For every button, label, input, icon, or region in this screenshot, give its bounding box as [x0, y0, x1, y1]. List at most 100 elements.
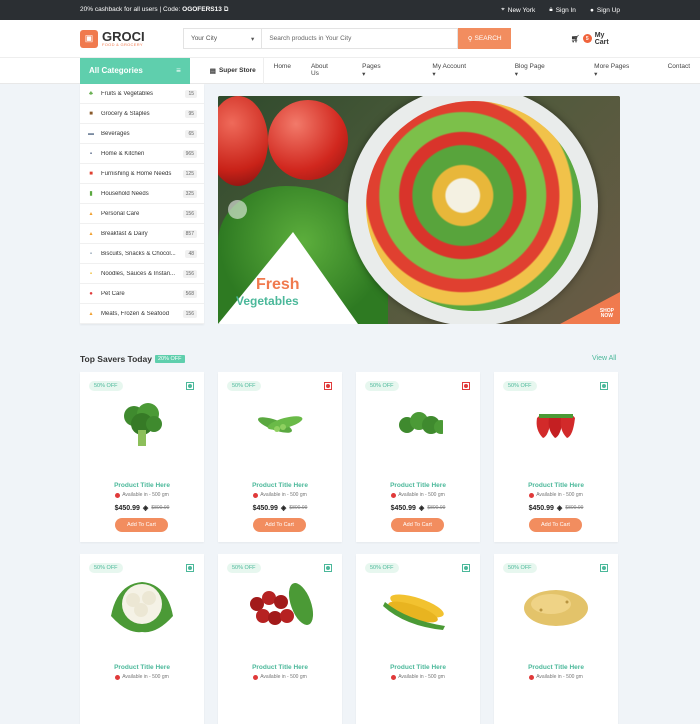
location-link[interactable]: ⌖ New York [501, 6, 535, 14]
add-to-cart-button[interactable]: Add To Cart [253, 518, 306, 532]
soap-icon: ▴ [89, 211, 93, 217]
veg-indicator-icon [324, 564, 332, 572]
category-item[interactable]: ▮ Household Needs 325 [80, 184, 204, 204]
product-title[interactable]: Product Title Here [80, 482, 204, 489]
product-title[interactable]: Product Title Here [494, 482, 618, 489]
product-title[interactable]: Product Title Here [218, 482, 342, 489]
caret-down-icon: ▾ [362, 71, 366, 78]
section-title: Top Savers Today 20% OFF [80, 354, 185, 364]
category-item[interactable]: ▪ Home & Kitchen 965 [80, 144, 204, 164]
banner-subtitle: Vegetables [236, 294, 299, 308]
product-card[interactable]: 50% OFF Product Title Here Available in … [494, 372, 618, 542]
product-title[interactable]: Product Title Here [356, 482, 480, 489]
add-to-cart-label: Add To Cart [265, 522, 294, 528]
pin-icon: ⌖ [501, 6, 505, 13]
household-icon: ▮ [89, 191, 93, 197]
slider-prev-button[interactable] [228, 200, 247, 219]
category-item[interactable]: ▴ Personal Care 156 [80, 204, 204, 224]
promo-code: OGOFERS13 [182, 6, 222, 13]
add-to-cart-label: Add To Cart [403, 522, 432, 528]
check-icon [529, 674, 535, 680]
price: $450.99 [252, 504, 278, 512]
nav-item-blog-label: Blog Page [514, 63, 545, 70]
product-card[interactable]: 50% OFF Product Title Here Available in … [80, 372, 204, 542]
availability: Available in - 500 gm [494, 492, 618, 498]
product-card[interactable]: 50% OFF Product Title Here Available in … [80, 554, 204, 724]
category-item[interactable]: ▪ Noodles, Sauces & Instan... 156 [80, 264, 204, 284]
product-title[interactable]: Product Title Here [494, 664, 618, 671]
check-icon [253, 674, 259, 680]
availability: Available in - 500 gm [494, 674, 618, 680]
veg-indicator-icon [186, 382, 194, 390]
product-card[interactable]: 50% OFF Product Title Here Available in … [218, 554, 342, 724]
add-to-cart-button[interactable]: Add To Cart [529, 518, 582, 532]
nav-item-home[interactable]: Home [264, 63, 301, 78]
availability-label: Available in - 500 gm [260, 674, 307, 680]
basket-icon: ▣ [80, 29, 98, 48]
hero-banner[interactable]: Fresh Vegetables SHOP NOW [218, 96, 620, 324]
search-input[interactable]: Search products in Your City [262, 28, 459, 49]
check-icon [391, 674, 397, 680]
veg-indicator-icon [600, 382, 608, 390]
nav-item-about[interactable]: About Us [301, 63, 342, 78]
category-item[interactable]: ▴ Meats, Frozen & Seafood 156 [80, 304, 204, 324]
category-item[interactable]: ■ Grocery & Staples 95 [80, 104, 204, 124]
product-card[interactable]: 50% OFF Product Title Here Available in … [218, 372, 342, 542]
signup-link[interactable]: ● Sign Up [590, 6, 620, 14]
menu-icon: ≡ [176, 66, 181, 75]
add-to-cart-button[interactable]: Add To Cart [391, 518, 444, 532]
category-item[interactable]: ■ Furnishing & Home Needs 125 [80, 164, 204, 184]
nav-item-more[interactable]: More Pages ▾ [574, 63, 657, 78]
copy-icon[interactable]: ⧉ [224, 6, 229, 13]
sofa-icon: ■ [89, 170, 93, 177]
old-price: $800.99 [289, 505, 308, 511]
nav-item-account[interactable]: My Account ▾ [412, 63, 494, 78]
category-item[interactable]: ▴ Breakfast & Dairy 857 [80, 224, 204, 244]
product-card[interactable]: 50% OFF Product Title Here Available in … [494, 554, 618, 724]
view-all-link[interactable]: View All [592, 355, 616, 362]
cauliflower-image [107, 576, 177, 636]
logo[interactable]: ▣ GROCI FOOD & GROCERY [80, 29, 183, 48]
category-label: Meats, Frozen & Seafood [101, 310, 170, 317]
nav-item-more-label: More Pages [594, 63, 630, 70]
city-select[interactable]: Your City ▾ [182, 28, 263, 49]
availability-label: Available in - 500 gm [122, 674, 169, 680]
product-title[interactable]: Product Title Here [356, 664, 480, 671]
promo-text: 20% cashback for all users | Code: OGOFE… [80, 6, 228, 14]
super-store-link[interactable]: ▤ Super Store [210, 57, 264, 84]
nav-item-pages[interactable]: Pages ▾ [342, 63, 412, 78]
category-item[interactable]: ● Pet Care 568 [80, 284, 204, 304]
category-item[interactable]: ♣ Fruits & Vegetables 15 [80, 84, 204, 104]
corn-image [383, 584, 453, 634]
shop-now-label[interactable]: SHOP NOW [600, 309, 614, 319]
check-icon [529, 492, 535, 498]
biscuit-icon: ▪ [89, 250, 93, 257]
product-card[interactable]: 50% OFF Product Title Here Available in … [356, 554, 480, 724]
product-title[interactable]: Product Title Here [218, 664, 342, 671]
check-icon [115, 674, 121, 680]
check-icon [391, 492, 397, 498]
category-item[interactable]: ▬ Beverages 65 [80, 124, 204, 144]
nonveg-indicator-icon [462, 382, 470, 390]
veg-indicator-icon [186, 564, 194, 572]
category-count: 857 [182, 229, 197, 238]
cart-button[interactable]: 🛒︎ 5 My Cart [571, 32, 620, 46]
category-count: 156 [182, 269, 197, 278]
top-bar: 20% cashback for all users | Code: OGOFE… [0, 0, 700, 20]
nav-item-blog[interactable]: Blog Page ▾ [495, 63, 574, 78]
availability-label: Available in - 500 gm [536, 492, 583, 498]
cart-label: My Cart [594, 31, 609, 46]
add-to-cart-button[interactable]: Add To Cart [115, 518, 168, 532]
all-categories-toggle[interactable]: All Categories ≡ [80, 57, 190, 84]
category-label: Breakfast & Dairy [101, 230, 148, 237]
signin-link[interactable]: 🔒︎ Sign In [549, 6, 576, 14]
veg-indicator-icon [462, 564, 470, 572]
nav-item-contact[interactable]: Contact [658, 63, 700, 78]
search-button[interactable]: ⚲ SEARCH [458, 28, 511, 49]
product-card[interactable]: 50% OFF Product Title Here Available in … [356, 372, 480, 542]
category-count: 125 [182, 169, 197, 178]
category-item[interactable]: ▪ Biscuits, Snacks & Chocol... 48 [80, 244, 204, 264]
category-count: 965 [182, 149, 197, 158]
category-count: 15 [185, 89, 197, 98]
product-title[interactable]: Product Title Here [80, 664, 204, 671]
